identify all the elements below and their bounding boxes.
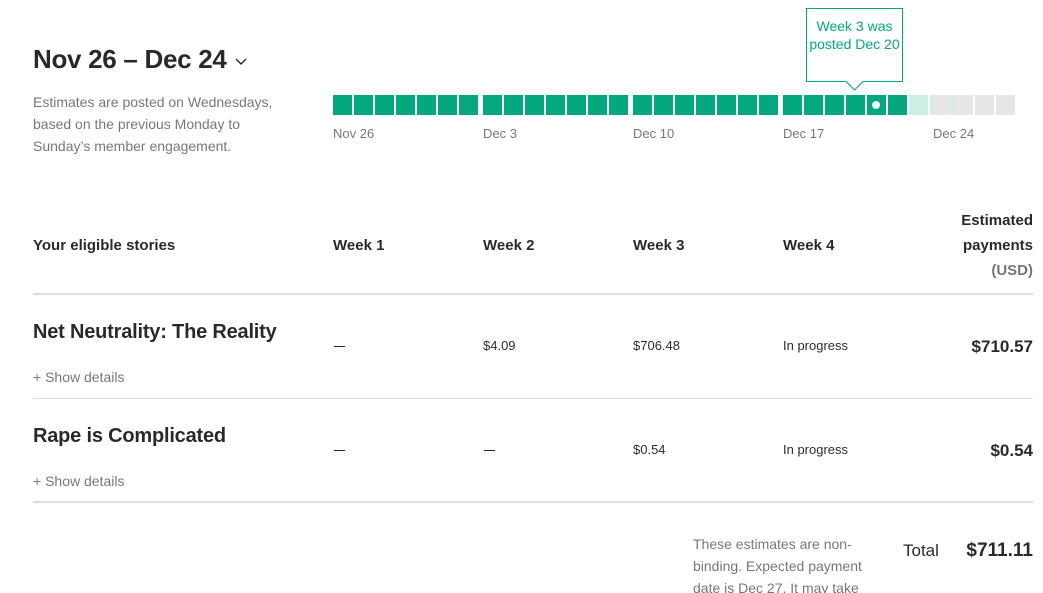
row-divider [33,398,1033,399]
timeline-day-cell [567,95,586,115]
estimates-intro: Estimates are posted on Wednesdays, base… [33,94,273,154]
timeline-day-cell [825,95,844,115]
week2-value: $4.09 [483,338,516,353]
timeline-day-cell [375,95,394,115]
week-posted-tooltip: Week 3 was posted Dec 20 [806,8,903,82]
header-week3: Week 3 [633,237,685,254]
header-divider [33,293,1033,295]
header-stories: Your eligible stories [33,237,176,254]
timeline-label: Dec 10 [633,126,675,141]
chevron-down-icon [235,58,247,65]
timeline-day-cell [867,95,886,115]
timeline-day-cell [333,95,352,115]
dash-icon [334,450,345,451]
timeline-day-cell [675,95,694,115]
header-estimated-line2: payments [962,237,1033,254]
timeline-day-cell [996,95,1015,115]
story-title-link[interactable]: Rape is Complicated [33,425,226,448]
timeline-label: Dec 24 [933,126,975,141]
week3-value: $0.54 [633,442,666,457]
timeline-day-cell [846,95,865,115]
header-week1: Week 1 [333,237,385,254]
dash-icon [334,346,345,347]
header-estimated-unit: (USD) [991,262,1033,279]
timeline-day-cell [459,95,478,115]
timeline-day-cell [696,95,715,115]
timeline-day-cell [783,95,802,115]
timeline-day-cell [909,95,928,115]
dash-icon [484,450,495,451]
timeline-day-cell [654,95,673,115]
story-title-link[interactable]: Net Neutrality: The Reality [33,321,277,344]
date-range-label: Nov 26 – Dec 24 [33,44,227,74]
week4-status: In progress [783,442,849,457]
timeline-label: Dec 3 [483,126,517,141]
timeline-day-cell [633,95,652,115]
timeline-day-cell [804,95,823,115]
timeline-day-cell [483,95,502,115]
payment-timeline [333,95,1023,115]
week4-status: In progress [783,338,849,353]
show-details-toggle[interactable]: + Show details [33,473,124,489]
header-week4: Week 4 [783,237,835,254]
timeline-day-cell [609,95,628,115]
timeline-day-cell [525,95,544,115]
timeline-day-cell [717,95,736,115]
timeline-label: Nov 26 [333,126,375,141]
timeline-day-cell [738,95,757,115]
timeline-day-cell [396,95,415,115]
timeline-day-cell [438,95,457,115]
timeline-day-cell [975,95,994,115]
total-value: $711.11 [966,540,1033,561]
show-details-toggle[interactable]: + Show details [33,369,124,385]
timeline-day-cell [546,95,565,115]
header-estimated-payments: Estimated payments (USD) [961,208,1033,283]
timeline-label: Dec 17 [783,126,825,141]
estimates-disclaimer: These estimates are non-binding. Expecte… [693,536,862,593]
timeline-day-cell [588,95,607,115]
timeline-day-cell [417,95,436,115]
header-estimated-line1: Estimated [961,212,1033,229]
timeline-day-cell [933,95,952,115]
date-range-selector[interactable]: Nov 26 – Dec 24 [33,44,247,75]
table-bottom-divider [33,501,1033,503]
timeline-day-cell [354,95,373,115]
timeline-day-cell [954,95,973,115]
total-label: Total [903,541,939,560]
dot-icon [872,101,880,109]
header-week2: Week 2 [483,237,535,254]
timeline-day-cell [504,95,523,115]
row-total: $0.54 [990,441,1033,460]
week3-value: $706.48 [633,338,680,353]
timeline-day-cell [888,95,907,115]
row-total: $710.57 [971,337,1033,356]
timeline-day-cell [759,95,778,115]
